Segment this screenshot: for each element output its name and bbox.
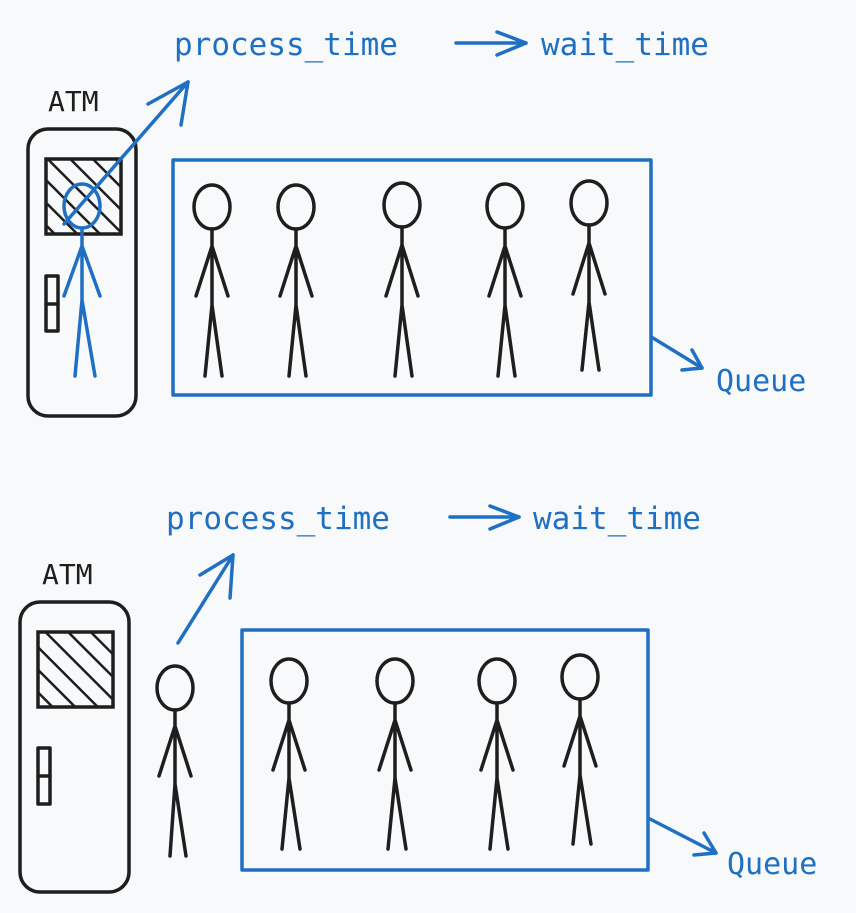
queue-arrow-1 [651, 336, 704, 372]
process-arrow-2 [176, 553, 235, 645]
process-time-label-1: process_time [174, 27, 398, 63]
queue-person-1-3 [382, 181, 422, 378]
atm-label-2: ATM [42, 558, 93, 591]
wait-arrow-2 [448, 504, 521, 531]
queue-person-2-1 [269, 657, 309, 851]
panel-1: ATM process_time wait_time Queue [26, 27, 806, 418]
queue-person-1-2 [276, 183, 316, 378]
queue-label-2: Queue [727, 847, 817, 882]
wait-time-label-2: wait_time [533, 501, 701, 537]
queue-person-2-3 [477, 657, 517, 851]
queue-person-2-2 [375, 657, 415, 851]
queue-person-1-5 [569, 179, 609, 372]
queue-person-2-4 [560, 653, 600, 846]
atm-label-1: ATM [48, 85, 99, 118]
queue-arrow-2 [648, 817, 718, 857]
panel-2: ATM process_time wait_time Queue [18, 501, 817, 894]
wait-arrow-1 [454, 30, 528, 57]
queue-person-1-4 [485, 182, 525, 378]
wait-time-label-1: wait_time [541, 27, 709, 63]
person-waiting-2 [155, 664, 195, 858]
queue-person-1-1 [192, 183, 232, 378]
atm-machine-2 [18, 600, 131, 894]
process-time-label-2: process_time [166, 501, 390, 537]
queue-label-1: Queue [716, 364, 806, 399]
atm-queue-diagram: ATM process_time wait_time Queue ATM pro… [18, 27, 817, 894]
